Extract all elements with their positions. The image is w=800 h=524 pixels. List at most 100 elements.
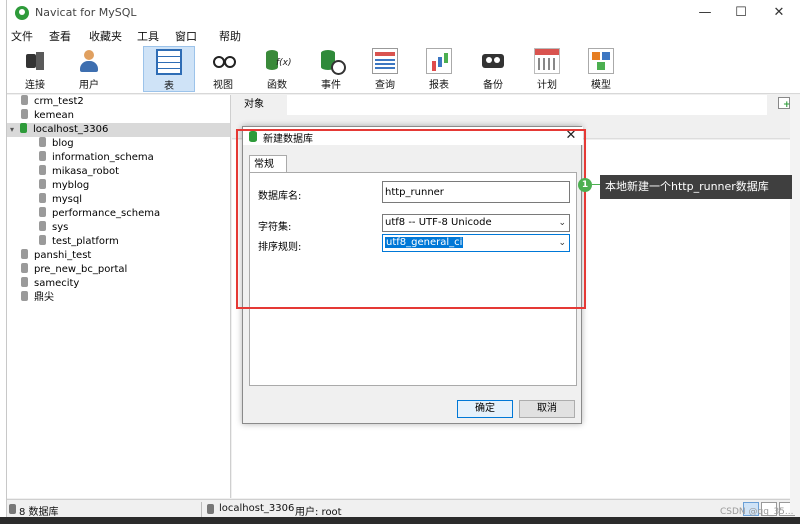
toolbar-label: 模型 <box>591 80 611 91</box>
menu-tools[interactable]: 工具 <box>137 28 159 44</box>
tree-item-label: information_schema <box>52 152 154 163</box>
toolbar-event-button[interactable]: 事件 <box>305 46 357 92</box>
database-icon <box>9 504 16 514</box>
tree-item-samecity[interactable]: samecity <box>21 277 79 291</box>
tree-item-sys[interactable]: sys <box>39 221 68 235</box>
toolbar-schedule-button[interactable]: 计划 <box>521 46 573 92</box>
tree-item-performance-schema[interactable]: performance_schema <box>39 207 160 221</box>
tree-item-blog[interactable]: blog <box>39 137 74 151</box>
tree-item-label: crm_test2 <box>34 96 84 107</box>
database-icon <box>39 137 46 147</box>
backup-icon <box>480 48 506 74</box>
toolbar-label: 查询 <box>375 80 395 91</box>
menu-favorites[interactable]: 收藏夹 <box>89 28 122 44</box>
tree-item-label: mysql <box>52 194 82 205</box>
tree-item-mysql[interactable]: mysql <box>39 193 82 207</box>
highlight-box <box>236 129 586 309</box>
toolbar-label: 视图 <box>213 80 233 91</box>
status-db-count: 8 数据库 <box>19 507 59 518</box>
tree-item-label: mikasa_robot <box>52 166 119 177</box>
toolbar-label: 事件 <box>321 80 341 91</box>
toolbar-label: 备份 <box>483 80 503 91</box>
database-icon <box>39 235 46 245</box>
tree-item-panshi-test[interactable]: panshi_test <box>21 249 91 263</box>
database-icon <box>39 193 46 203</box>
minimize-button[interactable]: — <box>687 3 723 23</box>
database-icon <box>21 277 28 287</box>
schedule-icon <box>534 48 560 74</box>
database-icon <box>39 207 46 217</box>
toolbar-connect-button[interactable]: 连接 <box>9 46 61 92</box>
database-icon <box>39 179 46 189</box>
menu-bar: 文件 查看 收藏夹 工具 窗口 帮助 <box>7 26 800 44</box>
tab-objects[interactable]: 对象 <box>240 97 268 113</box>
title-bar: Navicat for MySQL — ☐ ✕ <box>7 0 800 26</box>
report-icon <box>426 48 452 74</box>
ok-button[interactable]: 确定 <box>457 400 513 418</box>
chevron-down-icon[interactable]: ▾ <box>10 123 18 137</box>
tree-item-label: performance_schema <box>52 208 161 219</box>
toolbar-table-button[interactable]: 表 <box>143 46 195 92</box>
menu-file[interactable]: 文件 <box>11 28 33 44</box>
tree-item-label: 鼎尖 <box>34 292 54 303</box>
cancel-button[interactable]: 取消 <box>519 400 575 418</box>
toolbar-label: 计划 <box>537 80 557 91</box>
database-icon <box>21 291 28 301</box>
database-icon <box>39 151 46 161</box>
status-divider <box>201 502 202 517</box>
database-icon <box>39 165 46 175</box>
tree-item-mikasa-robot[interactable]: mikasa_robot <box>39 165 119 179</box>
user-icon <box>76 48 102 74</box>
tree-item-information-schema[interactable]: information_schema <box>39 151 154 165</box>
menu-help[interactable]: 帮助 <box>219 28 241 44</box>
close-button[interactable]: ✕ <box>761 3 797 23</box>
tree-item-label: panshi_test <box>34 250 92 261</box>
callout-badge: 1 <box>578 178 592 192</box>
toolbar-model-button[interactable]: 模型 <box>575 46 627 92</box>
callout-text: 本地新建一个http_runner数据库 <box>600 175 792 199</box>
tree-item-label: sys <box>52 222 69 233</box>
toolbar-label: 连接 <box>25 80 45 91</box>
toolbar-report-button[interactable]: 报表 <box>413 46 465 92</box>
tree-item-label: pre_new_bc_portal <box>34 264 128 275</box>
maximize-button[interactable]: ☐ <box>723 3 759 23</box>
toolbar-backup-button[interactable]: 备份 <box>467 46 519 92</box>
connection-tree: crm_test2 kemean ▾ localhost_3306 blog in… <box>7 95 231 498</box>
database-icon <box>21 109 28 119</box>
tree-item-myblog[interactable]: myblog <box>39 179 89 193</box>
tree-item-label: myblog <box>52 180 90 191</box>
toolbar-label: 用户 <box>79 80 99 91</box>
new-object-icon[interactable] <box>778 97 791 110</box>
menu-view[interactable]: 查看 <box>49 28 71 44</box>
plug-icon <box>22 48 48 74</box>
window-title: Navicat for MySQL <box>35 6 137 19</box>
background-right-strip <box>790 95 800 515</box>
menu-window[interactable]: 窗口 <box>175 28 197 44</box>
tree-item-dingjian[interactable]: 鼎尖 <box>21 291 54 305</box>
toolbar-user-button[interactable]: 用户 <box>63 46 115 92</box>
toolbar-query-button[interactable]: 查询 <box>359 46 411 92</box>
model-icon <box>588 48 614 74</box>
object-tab-strip <box>287 95 767 115</box>
connection-icon <box>20 123 27 133</box>
tree-item-crm-test2[interactable]: crm_test2 <box>21 95 84 109</box>
tree-item-localhost-3306[interactable]: ▾ localhost_3306 <box>7 123 230 137</box>
database-icon <box>21 95 28 105</box>
status-user: 用户: root <box>295 507 342 518</box>
query-icon <box>372 48 398 74</box>
view-icon <box>210 48 236 74</box>
tree-item-test-platform[interactable]: test_platform <box>39 235 119 249</box>
toolbar-function-button[interactable]: 函数 <box>251 46 303 92</box>
connection-icon <box>207 504 214 514</box>
tree-item-kemean[interactable]: kemean <box>21 109 74 123</box>
database-icon <box>39 221 46 231</box>
tree-item-pre-new-bc-portal[interactable]: pre_new_bc_portal <box>21 263 127 277</box>
taskbar-strip <box>0 517 800 524</box>
function-icon <box>264 48 292 74</box>
toolbar-view-button[interactable]: 视图 <box>197 46 249 92</box>
tree-item-label: samecity <box>34 278 80 289</box>
event-icon <box>318 48 346 75</box>
database-icon <box>21 263 28 273</box>
table-icon <box>156 49 182 75</box>
toolbar-label: 函数 <box>267 80 287 91</box>
